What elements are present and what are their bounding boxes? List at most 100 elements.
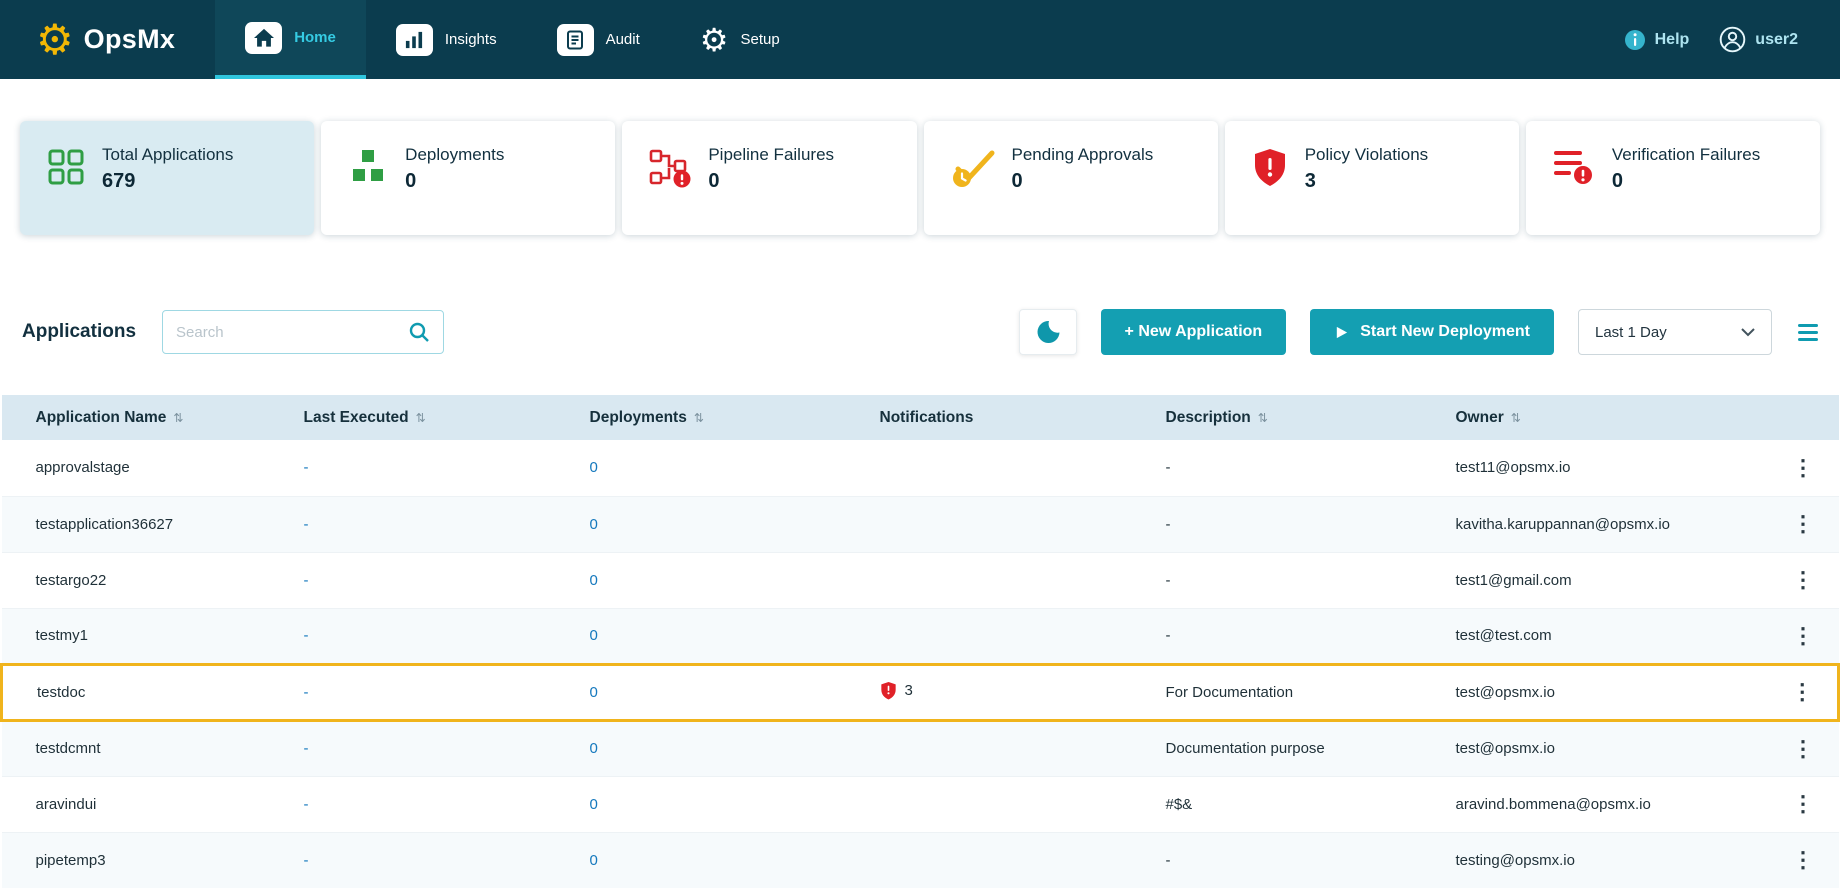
- owner-text: test@opsmx.io: [1456, 684, 1555, 701]
- last-executed-link[interactable]: -: [304, 572, 309, 589]
- table-menu-icon[interactable]: [1798, 324, 1818, 341]
- table-row: testargo22 - 0 - test1@gmail.com ⋮: [2, 552, 1839, 608]
- stat-card-pipeline-failures[interactable]: Pipeline Failures 0: [622, 121, 916, 235]
- deployments-count-link[interactable]: 0: [590, 796, 598, 813]
- description-text: -: [1166, 459, 1171, 476]
- deployments-count-link[interactable]: 0: [590, 684, 598, 701]
- deployments-count-link[interactable]: 0: [590, 459, 598, 476]
- stat-card-verification-failures[interactable]: Verification Failures 0: [1526, 121, 1820, 235]
- stat-value: 679: [102, 170, 233, 193]
- kebab-menu-icon[interactable]: ⋮: [1792, 791, 1814, 816]
- play-icon: [1334, 325, 1349, 340]
- kebab-menu-icon[interactable]: ⋮: [1792, 623, 1814, 648]
- deployments-count-link[interactable]: 0: [590, 516, 598, 533]
- nav-tab-insights[interactable]: Insights: [366, 0, 527, 79]
- stat-value: 3: [1305, 170, 1428, 193]
- column-header-deployments[interactable]: Deployments⇅: [576, 395, 866, 440]
- column-header-notifications: Notifications: [866, 395, 1152, 440]
- owner-text: test@test.com: [1456, 627, 1552, 644]
- owner-text: test11@opsmx.io: [1456, 459, 1571, 476]
- column-header-description[interactable]: Description⇅: [1152, 395, 1442, 440]
- kebab-menu-icon[interactable]: ⋮: [1792, 567, 1814, 592]
- brand-name: OpsMx: [84, 24, 176, 55]
- application-name-link[interactable]: aravindui: [36, 796, 97, 813]
- nav-tab-setup[interactable]: ⚙ Setup: [670, 0, 810, 79]
- kebab-menu-icon[interactable]: ⋮: [1792, 736, 1814, 761]
- nav-tab-setup-label: Setup: [740, 31, 779, 48]
- boxes-icon: [347, 147, 389, 192]
- new-application-button[interactable]: + New Application: [1101, 309, 1287, 355]
- column-header-last-executed[interactable]: Last Executed⇅: [290, 395, 576, 440]
- kebab-menu-icon[interactable]: ⋮: [1792, 847, 1814, 872]
- last-executed-link[interactable]: -: [304, 627, 309, 644]
- column-header-application-name[interactable]: Application Name⇅: [2, 395, 290, 440]
- application-name-link[interactable]: testdoc: [37, 684, 85, 701]
- kebab-menu-icon[interactable]: ⋮: [1792, 455, 1814, 480]
- time-range-select[interactable]: Last 1 Day: [1578, 309, 1772, 355]
- column-header-owner[interactable]: Owner⇅: [1442, 395, 1768, 440]
- last-executed-link[interactable]: -: [304, 684, 309, 701]
- description-text: For Documentation: [1166, 684, 1294, 701]
- nav-tab-audit-label: Audit: [606, 31, 640, 48]
- table-row: testapplication36627 - 0 - kavitha.karup…: [2, 496, 1839, 552]
- application-name-link[interactable]: testargo22: [36, 572, 107, 589]
- brand-logo[interactable]: ⚙ OpsMx: [0, 0, 215, 79]
- pipeline-error-icon: [648, 147, 692, 194]
- last-executed-link[interactable]: -: [304, 852, 309, 869]
- application-name-link[interactable]: pipetemp3: [36, 852, 106, 869]
- description-text: -: [1166, 572, 1171, 589]
- start-new-deployment-label: Start New Deployment: [1360, 323, 1530, 341]
- description-text: -: [1166, 516, 1171, 533]
- description-text: Documentation purpose: [1166, 740, 1325, 757]
- deployments-count-link[interactable]: 0: [590, 572, 598, 589]
- owner-text: test@opsmx.io: [1456, 740, 1555, 757]
- search-icon[interactable]: [408, 321, 430, 343]
- last-executed-link[interactable]: -: [304, 516, 309, 533]
- sort-icon[interactable]: ⇅: [1258, 411, 1268, 425]
- nav-tab-audit[interactable]: Audit: [527, 0, 670, 79]
- application-name-link[interactable]: testdcmnt: [36, 740, 101, 757]
- gear-icon: ⚙: [700, 24, 729, 56]
- search-input[interactable]: [176, 324, 408, 341]
- stat-label: Pending Approvals: [1012, 145, 1154, 165]
- application-name-link[interactable]: approvalstage: [36, 459, 130, 476]
- table-row: pipetemp3 - 0 - testing@opsmx.io ⋮: [2, 832, 1839, 888]
- help-button[interactable]: Help: [1624, 29, 1690, 51]
- stat-card-deployments[interactable]: Deployments 0: [321, 121, 615, 235]
- sort-icon[interactable]: ⇅: [694, 411, 704, 425]
- sort-icon[interactable]: ⇅: [173, 411, 183, 425]
- stat-card-total-applications[interactable]: Total Applications 679: [20, 121, 314, 235]
- deployments-count-link[interactable]: 0: [590, 627, 598, 644]
- sort-icon[interactable]: ⇅: [416, 411, 426, 425]
- notifications-badge[interactable]: 3: [880, 681, 913, 700]
- applications-table-body: approvalstage - 0 - test11@opsmx.io ⋮ te…: [2, 440, 1839, 888]
- stat-label: Deployments: [405, 145, 504, 165]
- deployments-count-link[interactable]: 0: [590, 740, 598, 757]
- deployments-count-link[interactable]: 0: [590, 852, 598, 869]
- last-executed-link[interactable]: -: [304, 740, 309, 757]
- stat-value: 0: [1012, 170, 1154, 193]
- last-executed-link[interactable]: -: [304, 796, 309, 813]
- theme-crescent-button[interactable]: [1019, 309, 1077, 355]
- applications-table: Application Name⇅ Last Executed⇅ Deploym…: [0, 395, 1840, 888]
- user-label: user2: [1755, 31, 1798, 49]
- kebab-menu-icon[interactable]: ⋮: [1792, 511, 1814, 536]
- stat-label: Verification Failures: [1612, 145, 1760, 165]
- notification-count: 3: [905, 682, 913, 699]
- application-name-link[interactable]: testapplication36627: [36, 516, 174, 533]
- toolbar-actions: + New Application Start New Deployment L…: [1019, 309, 1818, 355]
- table-row: testdoc - 0 3 For Documentation test@ops…: [2, 664, 1839, 720]
- sort-icon[interactable]: ⇅: [1511, 411, 1521, 425]
- stat-card-policy-violations[interactable]: Policy Violations 3: [1225, 121, 1519, 235]
- application-name-link[interactable]: testmy1: [36, 627, 89, 644]
- page-title: Applications: [22, 321, 136, 343]
- last-executed-link[interactable]: -: [304, 459, 309, 476]
- start-new-deployment-button[interactable]: Start New Deployment: [1310, 309, 1554, 355]
- nav-tab-home[interactable]: Home: [215, 0, 366, 79]
- search-box: [162, 310, 444, 354]
- kebab-menu-icon[interactable]: ⋮: [1791, 679, 1813, 704]
- user-menu[interactable]: user2: [1719, 26, 1798, 53]
- stat-card-pending-approvals[interactable]: Pending Approvals 0: [924, 121, 1218, 235]
- applications-toolbar: Applications + New Application Start New…: [22, 309, 1818, 355]
- nav-tab-insights-label: Insights: [445, 31, 497, 48]
